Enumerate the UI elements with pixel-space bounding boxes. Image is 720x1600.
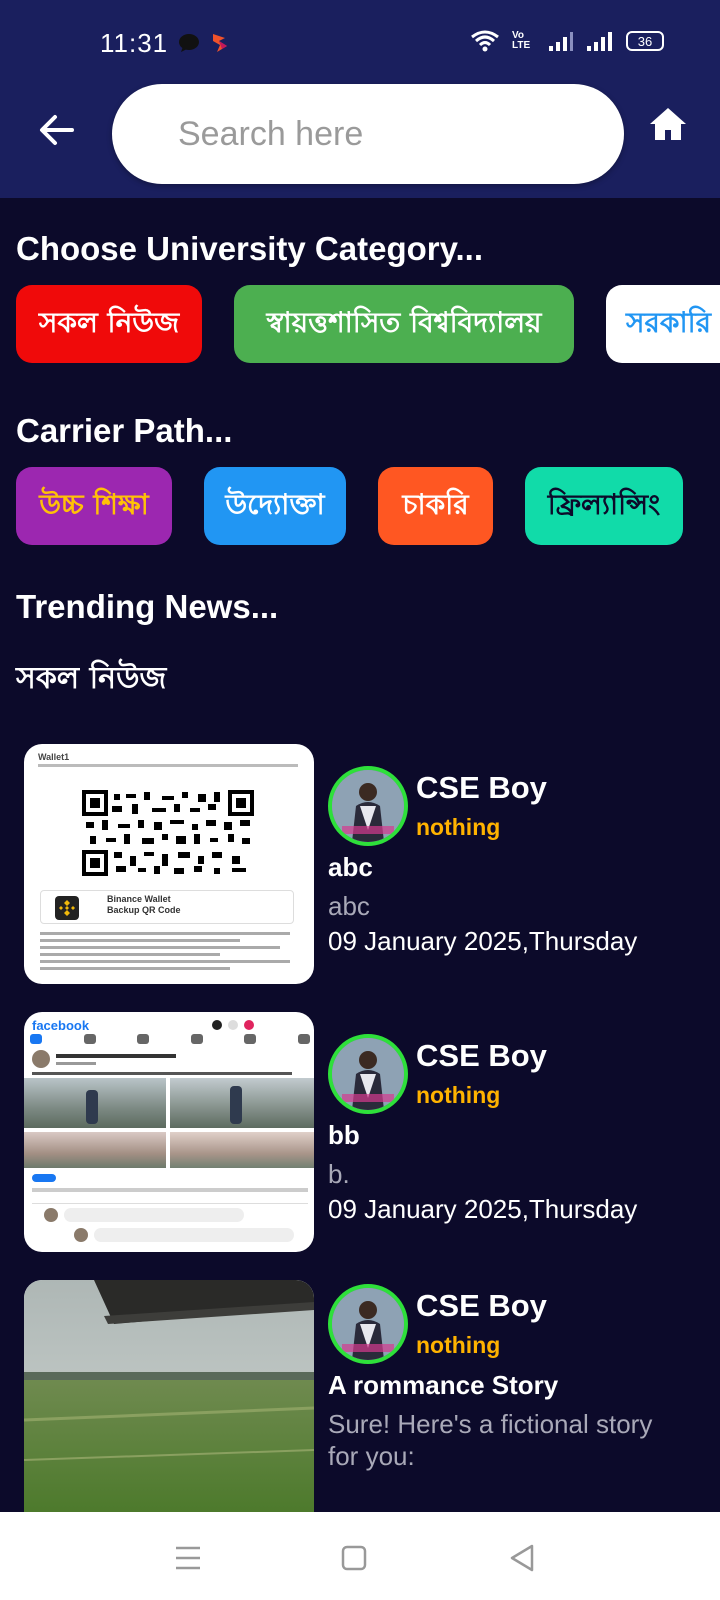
author-role: nothing: [416, 814, 501, 840]
home-button[interactable]: [648, 106, 696, 154]
all-news-heading: সকল নিউজ: [16, 661, 167, 696]
fb-brand: facebook: [32, 1018, 90, 1033]
chip-label: সরকারি: [626, 305, 712, 339]
author-avatar: [328, 1034, 408, 1114]
person-photo-icon: [332, 1038, 404, 1110]
signal-2-icon: [587, 32, 612, 51]
chat-bubble-icon: [179, 34, 199, 52]
chip-all-news[interactable]: সকল নিউজ: [16, 285, 202, 363]
chip-label: উচ্চ শিক্ষা: [39, 487, 149, 521]
news-card[interactable]: CSE Boy nothing A rommance Story Sure! H…: [24, 1280, 720, 1520]
backup-notes: [40, 928, 296, 974]
chip-autonomous-university[interactable]: স্বায়ত্তশাসিত বিশ্ববিদ্যালয়: [234, 285, 574, 363]
field-photo-icon: [24, 1280, 314, 1512]
university-chip-row: সকল নিউজ স্বায়ত্তশাসিত বিশ্ববিদ্যালয় স…: [16, 285, 720, 363]
university-category-heading: Choose University Category...: [16, 230, 484, 267]
system-nav-bar: [0, 1512, 720, 1600]
square-icon: [341, 1545, 367, 1571]
chip-higher-education[interactable]: উচ্চ শিক্ষা: [16, 467, 172, 545]
news-description: b.: [328, 1159, 350, 1189]
battery-level: 36: [637, 33, 653, 49]
chip-label: ফ্রিল্যান্সিং: [547, 487, 661, 521]
chip-label: চাকরি: [402, 487, 469, 521]
recent-apps-button[interactable]: [168, 1538, 208, 1578]
back-button[interactable]: [30, 104, 82, 156]
search-input[interactable]: [178, 114, 578, 154]
backup-card: Binance Wallet Backup QR Code: [40, 890, 294, 924]
back-nav-button[interactable]: [502, 1538, 542, 1578]
wifi-icon: [471, 30, 499, 52]
news-card[interactable]: facebook CSE Boy nothing bb b. 09 Januar…: [24, 1012, 720, 1252]
app-notification-icon: [213, 34, 227, 52]
author-avatar: [328, 1284, 408, 1364]
system-icons: Vo LTE 36: [470, 30, 664, 52]
news-thumbnail: [24, 1280, 314, 1512]
notification-icons: [178, 32, 230, 54]
author-name: CSE Boy: [416, 770, 547, 805]
news-title: bb: [328, 1120, 360, 1150]
news-title: abc: [328, 852, 373, 882]
home-nav-button[interactable]: [334, 1538, 374, 1578]
top-app-bar: [0, 72, 720, 198]
chip-label: সকল নিউজ: [38, 305, 180, 339]
trending-news-heading: Trending News...: [16, 588, 279, 625]
wallet-label: Wallet1: [38, 752, 70, 762]
fb-photo-grid: [24, 1078, 314, 1168]
signal-1-icon: [549, 32, 573, 51]
chip-freelancing[interactable]: ফ্রিল্যান্সিং: [525, 467, 683, 545]
backup-card-subtitle: Backup QR Code: [107, 905, 181, 915]
binance-logo-icon: [55, 896, 79, 920]
chip-jobs[interactable]: চাকরি: [378, 467, 493, 545]
news-card[interactable]: Wallet1 Binance Wallet Backup QR Code CS…: [24, 744, 720, 984]
chip-label: স্বায়ত্তশাসিত বিশ্ববিদ্যালয়: [266, 305, 542, 339]
fb-comments: [44, 1208, 298, 1248]
news-description: abc: [328, 891, 370, 921]
status-time: 11:31: [100, 28, 169, 58]
home-icon: [650, 108, 686, 140]
author-role: nothing: [416, 1082, 501, 1108]
fb-tab-row: [30, 1034, 310, 1044]
person-photo-icon: [332, 1288, 404, 1360]
fb-reactions: [32, 1174, 308, 1204]
chip-label: উদ্যোক্তা: [225, 487, 325, 521]
news-description: Sure! Here's a fictional story for you:: [328, 1409, 653, 1471]
chip-entrepreneur[interactable]: উদ্যোক্তা: [204, 467, 346, 545]
menu-lines-icon: [176, 1546, 200, 1570]
career-chip-row: উচ্চ শিক্ষা উদ্যোক্তা চাকরি ফ্রিল্যান্সি…: [16, 467, 683, 545]
news-thumbnail: Wallet1 Binance Wallet Backup QR Code: [24, 744, 314, 984]
status-bar: 11:31 Vo LTE 36: [0, 0, 720, 72]
author-name: CSE Boy: [416, 1288, 547, 1323]
news-date: 09 January 2025,Thursday: [328, 926, 638, 956]
person-photo-icon: [332, 770, 404, 842]
fb-header-icons: [212, 1020, 254, 1030]
author-name: CSE Boy: [416, 1038, 547, 1073]
author-avatar: [328, 766, 408, 846]
news-date: 09 January 2025,Thursday: [328, 1194, 638, 1224]
qr-code-icon: [82, 790, 254, 876]
wallet-address: [38, 764, 298, 767]
battery-icon: 36: [626, 31, 664, 51]
author-role: nothing: [416, 1332, 501, 1358]
news-thumbnail: facebook: [24, 1012, 314, 1252]
backup-card-title: Binance Wallet: [107, 894, 171, 904]
volte-label: Vo LTE: [512, 30, 531, 51]
search-bar[interactable]: [112, 84, 624, 184]
career-path-heading: Carrier Path...: [16, 412, 233, 449]
triangle-back-icon: [510, 1544, 534, 1572]
arrow-left-icon: [40, 115, 74, 145]
chip-government[interactable]: সরকারি: [606, 285, 720, 363]
news-title: A rommance Story: [328, 1370, 559, 1400]
fb-post-header: [32, 1050, 302, 1075]
